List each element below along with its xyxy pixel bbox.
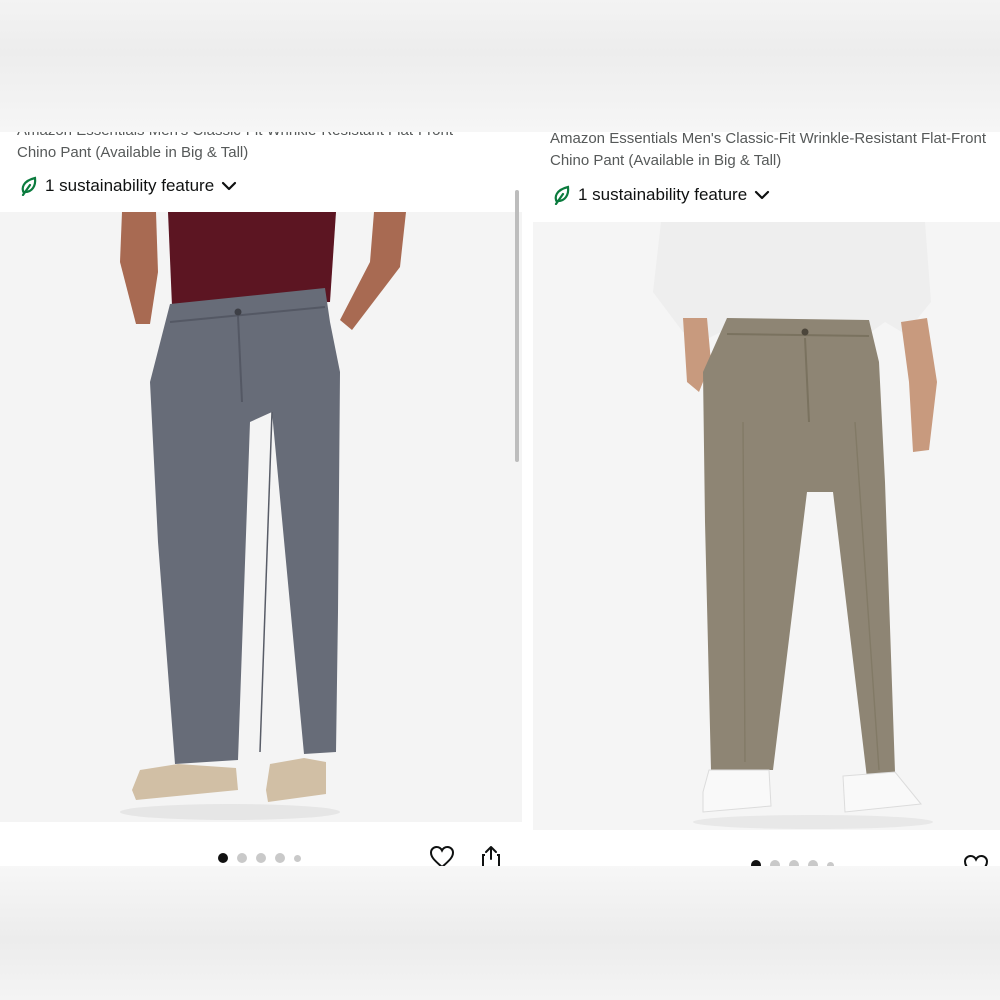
chevron-down-icon: [221, 180, 237, 192]
share-icon[interactable]: [480, 844, 502, 866]
chevron-down-icon: [754, 189, 770, 201]
leaf-icon: [20, 176, 38, 196]
product-card-left: Amazon Essentials Men's Classic-Fit Wrin…: [0, 132, 522, 866]
product-image[interactable]: [533, 222, 1000, 830]
sustainability-label: 1 sustainability feature: [578, 185, 748, 204]
leaf-icon: [553, 185, 571, 205]
pagination-dot[interactable]: [770, 860, 780, 866]
blurred-background-bottom: [0, 866, 1000, 1000]
pagination-dot-active[interactable]: [218, 853, 228, 863]
sustainability-feature-toggle[interactable]: 1 sustainability feature: [20, 176, 237, 196]
pagination-dot[interactable]: [275, 853, 285, 863]
pagination-dot[interactable]: [237, 853, 247, 863]
pagination-dot[interactable]: [808, 860, 818, 866]
product-card-right: Amazon Essentials Men's Classic-Fit Wrin…: [533, 132, 1000, 866]
pagination-dot[interactable]: [256, 853, 266, 863]
image-pagination-dots: [751, 860, 834, 866]
blurred-background-top: [0, 0, 1000, 132]
collage-divider: [522, 132, 533, 866]
product-title-line2: Chino Pant (Available in Big & Tall): [17, 144, 249, 161]
image-pagination-dots: [218, 853, 301, 863]
heart-icon[interactable]: [963, 854, 989, 866]
product-image[interactable]: [0, 212, 522, 822]
sustainability-label: 1 sustainability feature: [45, 176, 215, 195]
product-title-line2: Chino Pant (Available in Big & Tall): [550, 152, 782, 169]
product-title[interactable]: Amazon Essentials Men's Classic-Fit Wrin…: [550, 132, 986, 172]
pagination-dot[interactable]: [294, 854, 301, 862]
heart-icon[interactable]: [429, 845, 455, 866]
pagination-dot[interactable]: [789, 860, 799, 866]
product-title-line1: Amazon Essentials Men's Classic-Fit Wrin…: [550, 132, 987, 147]
product-title[interactable]: Amazon Essentials Men's Classic-Fit Wrin…: [17, 132, 453, 164]
pagination-dot[interactable]: [827, 861, 834, 866]
product-title-line1: Amazon Essentials Men's Classic-Fit Wrin…: [17, 132, 453, 142]
pagination-dot-active[interactable]: [751, 860, 761, 866]
scrollbar[interactable]: [515, 190, 519, 462]
sustainability-feature-toggle[interactable]: 1 sustainability feature: [553, 185, 770, 205]
